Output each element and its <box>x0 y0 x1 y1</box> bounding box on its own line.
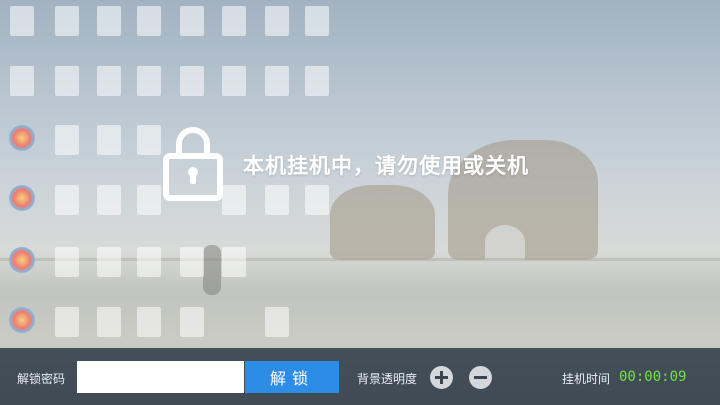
opacity-increase-button[interactable] <box>430 366 453 389</box>
opacity-label: 背景透明度 <box>357 372 418 386</box>
idle-time-label: 挂机时间 <box>562 372 611 386</box>
lock-message: 本机挂机中，请勿使用或关机 <box>243 154 529 178</box>
opacity-decrease-button[interactable] <box>469 366 492 389</box>
password-label: 解锁密码 <box>17 372 66 386</box>
minus-icon <box>474 376 487 379</box>
lock-overlay <box>0 0 720 405</box>
idle-time-value: 00:00:09 <box>619 369 687 385</box>
password-input[interactable] <box>77 361 244 393</box>
lock-icon <box>163 120 223 202</box>
unlock-button[interactable]: 解锁 <box>245 361 339 393</box>
plus-icon <box>435 371 448 384</box>
